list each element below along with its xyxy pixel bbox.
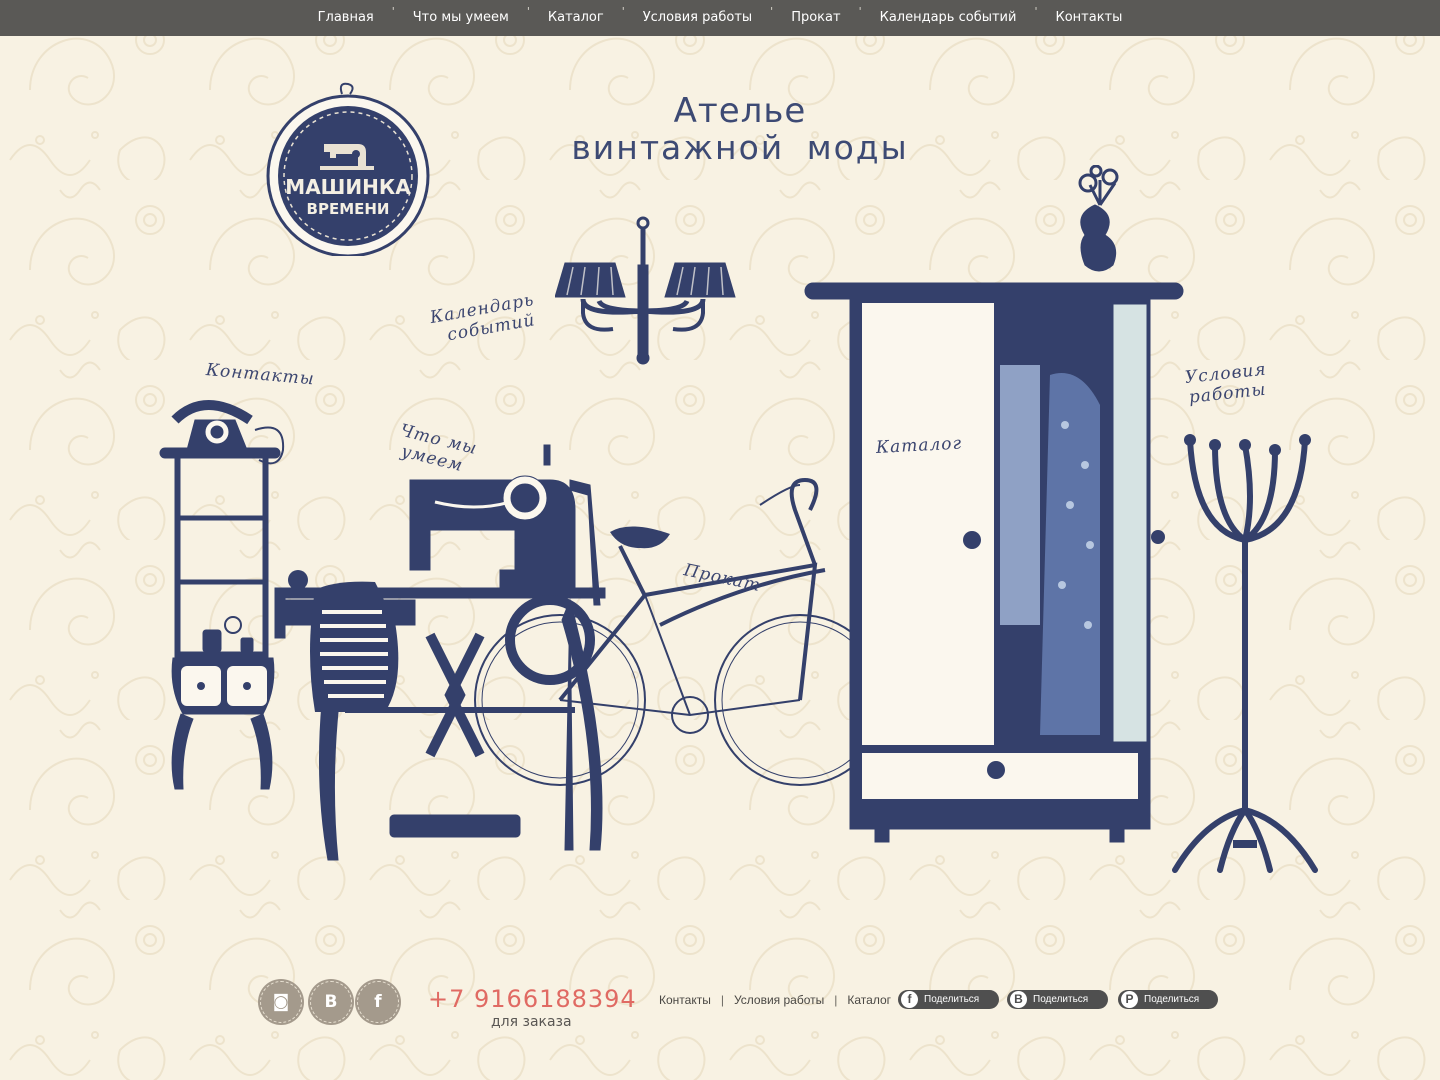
logo[interactable]: МАШИНКА ВРЕМЕНИ	[262, 80, 434, 256]
nav-item-skills[interactable]: Что мы умеем	[395, 0, 527, 36]
pinterest-icon: P	[1121, 991, 1138, 1008]
coat-rack-illustration[interactable]	[1165, 420, 1335, 880]
nav-item-rental[interactable]: Прокат	[773, 0, 858, 36]
vk-button[interactable]: B	[310, 981, 352, 1023]
phone-note: для заказа	[491, 1014, 572, 1030]
instagram-button[interactable]: ◙	[260, 981, 302, 1023]
share-label: Поделиться	[1144, 994, 1200, 1005]
phone-number[interactable]: +7 9166188394	[428, 985, 637, 1013]
vk-icon: B	[1010, 991, 1027, 1008]
wardrobe-illustration[interactable]	[800, 165, 1195, 845]
logo-line1: МАШИНКА	[285, 175, 411, 199]
nav-item-catalog[interactable]: Каталог	[530, 0, 622, 36]
instagram-icon: ◙	[272, 992, 290, 1012]
share-label: Поделиться	[924, 994, 980, 1005]
chandelier-illustration[interactable]	[555, 215, 745, 370]
footer-link-catalog[interactable]: Каталог	[847, 993, 891, 1007]
title-line1: Ателье	[673, 91, 807, 131]
vk-icon: B	[324, 992, 338, 1012]
footer-links: Контакты | Условия работы | Каталог	[659, 993, 892, 1007]
logo-line2: ВРЕМЕНИ	[307, 200, 390, 218]
share-label: Поделиться	[1033, 994, 1089, 1005]
footer-link-contacts[interactable]: Контакты	[659, 993, 711, 1007]
site-title: Ателье винтажной моды	[540, 92, 940, 166]
facebook-icon: f	[374, 992, 382, 1012]
share-pinterest-button[interactable]: P Поделиться	[1118, 990, 1218, 1009]
title-line2: винтажной моды	[571, 128, 909, 167]
share-vk-button[interactable]: B Поделиться	[1007, 990, 1108, 1009]
nav-item-home[interactable]: Главная	[300, 0, 392, 36]
nav-item-terms[interactable]: Условия работы	[625, 0, 770, 36]
sewing-machine-illustration[interactable]	[270, 440, 615, 865]
share-facebook-button[interactable]: f Поделиться	[898, 990, 999, 1009]
facebook-button[interactable]: f	[357, 981, 399, 1023]
label-terms[interactable]: Условия работы	[1184, 360, 1270, 408]
footer-link-terms[interactable]: Условия работы	[734, 993, 824, 1007]
nav-item-contacts[interactable]: Контакты	[1037, 0, 1140, 36]
main-nav: Главная ' Что мы умеем ' Каталог ' Услов…	[0, 0, 1440, 36]
facebook-icon: f	[901, 991, 918, 1008]
nav-item-calendar[interactable]: Календарь событий	[862, 0, 1035, 36]
